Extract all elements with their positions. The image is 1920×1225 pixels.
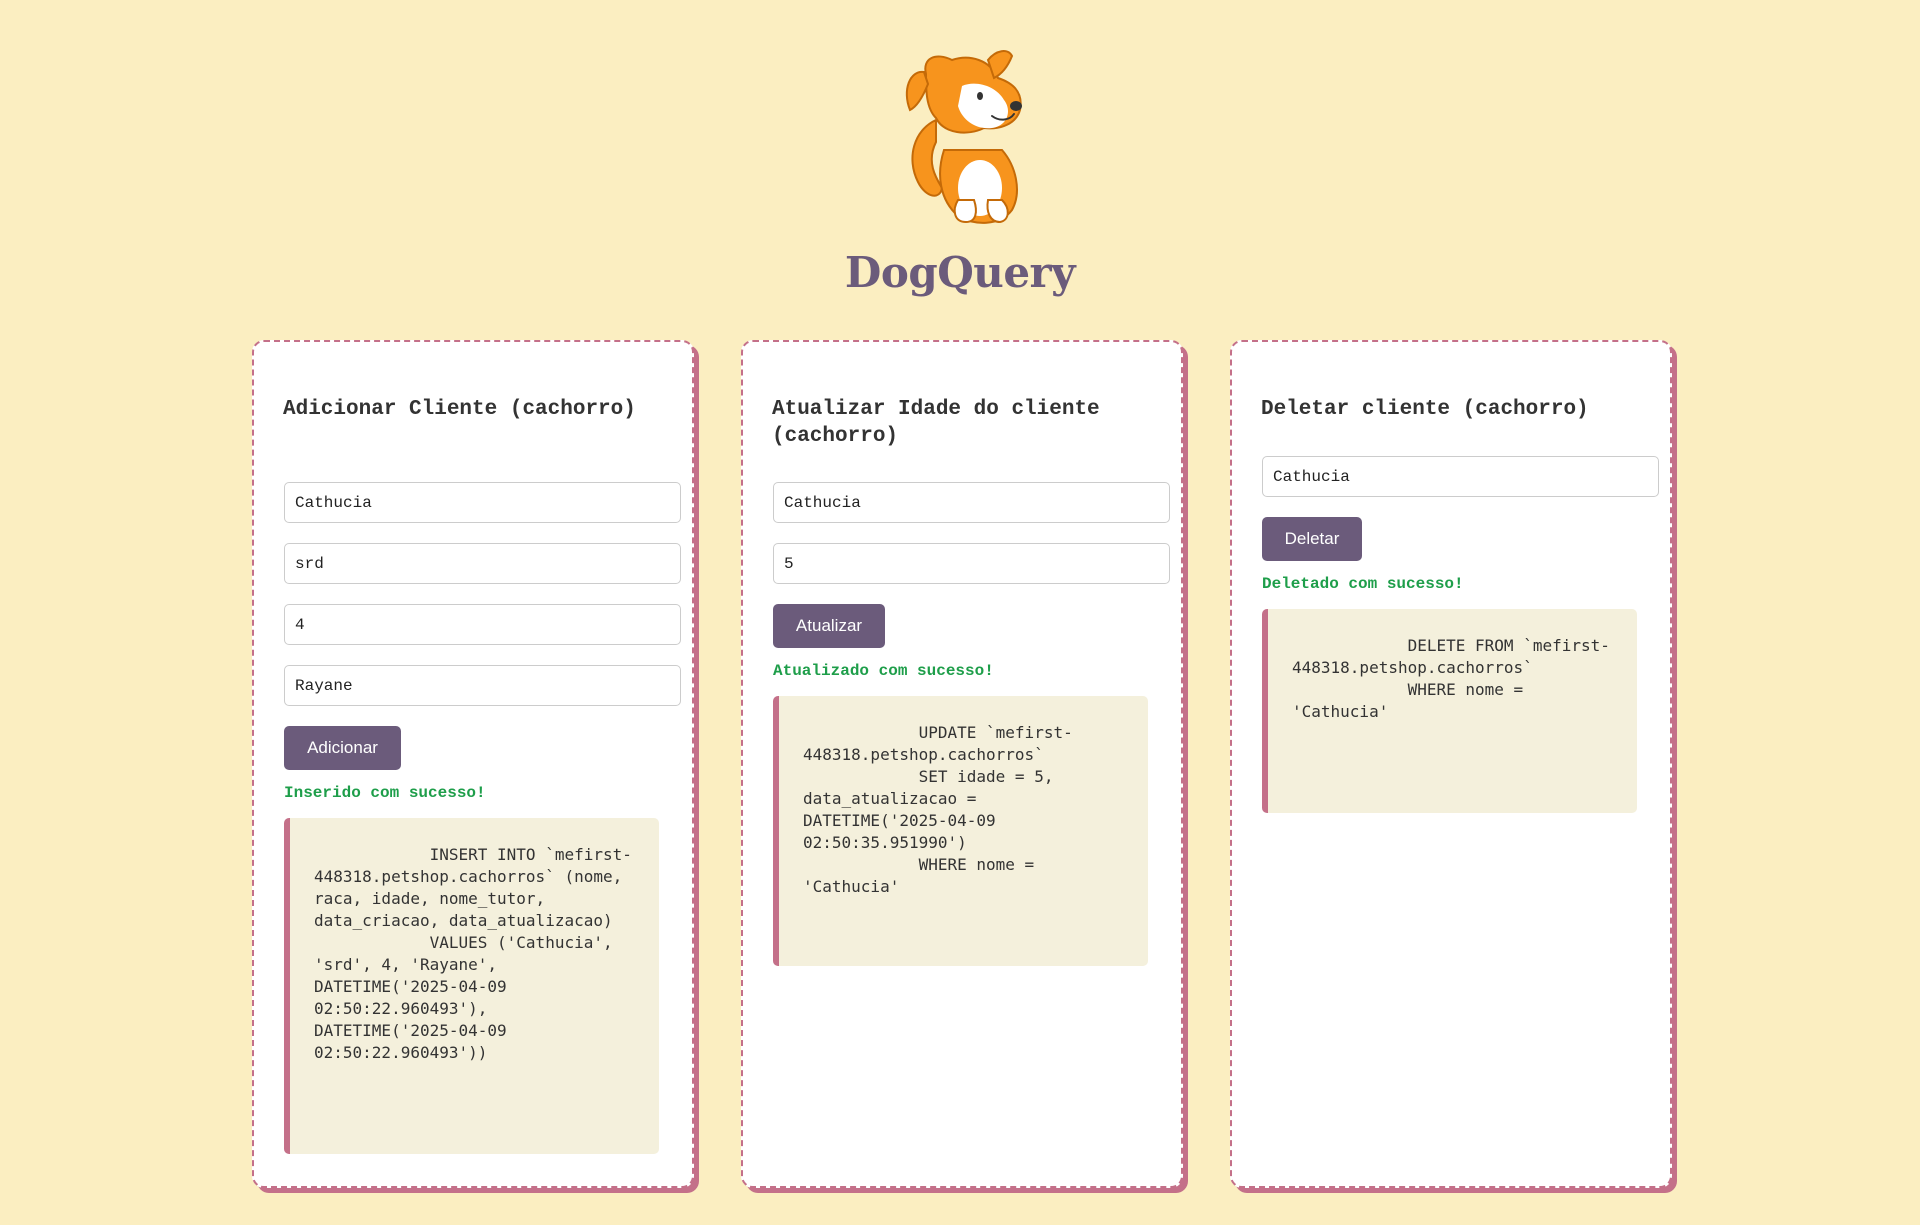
name-input[interactable] <box>284 482 681 523</box>
dog-mascot-icon <box>896 50 1024 226</box>
delete-button[interactable]: Deletar <box>1262 517 1362 561</box>
update-button[interactable]: Atualizar <box>773 604 885 648</box>
add-button[interactable]: Adicionar <box>284 726 401 770</box>
update-status-message: Atualizado com sucesso! <box>773 662 994 680</box>
add-status-message: Inserido com sucesso! <box>284 784 486 802</box>
name-input[interactable] <box>1262 456 1659 497</box>
delete-query-block: DELETE FROM `mefirst-448318.petshop.cach… <box>1262 609 1637 813</box>
add-client-card: Adicionar Cliente (cachorro) Adicionar I… <box>252 340 694 1188</box>
app-title: DogQuery <box>844 248 1076 297</box>
tutor-input[interactable] <box>284 665 681 706</box>
update-age-card: Atualizar Idade do cliente (cachorro) At… <box>741 340 1183 1188</box>
update-query-block: UPDATE `mefirst-448318.petshop.cachorros… <box>773 696 1148 966</box>
delete-card-title: Deletar cliente (cachorro) <box>1261 398 1589 421</box>
age-input[interactable] <box>284 604 681 645</box>
name-input[interactable] <box>773 482 1170 523</box>
delete-status-message: Deletado com sucesso! <box>1262 575 1464 593</box>
breed-input[interactable] <box>284 543 681 584</box>
update-card-title: Atualizar Idade do cliente (cachorro) <box>772 398 1100 448</box>
delete-client-card: Deletar cliente (cachorro) Deletar Delet… <box>1230 340 1672 1188</box>
age-input[interactable] <box>773 543 1170 584</box>
add-query-block: INSERT INTO `mefirst-448318.petshop.cach… <box>284 818 659 1154</box>
add-card-title: Adicionar Cliente (cachorro) <box>283 398 636 421</box>
